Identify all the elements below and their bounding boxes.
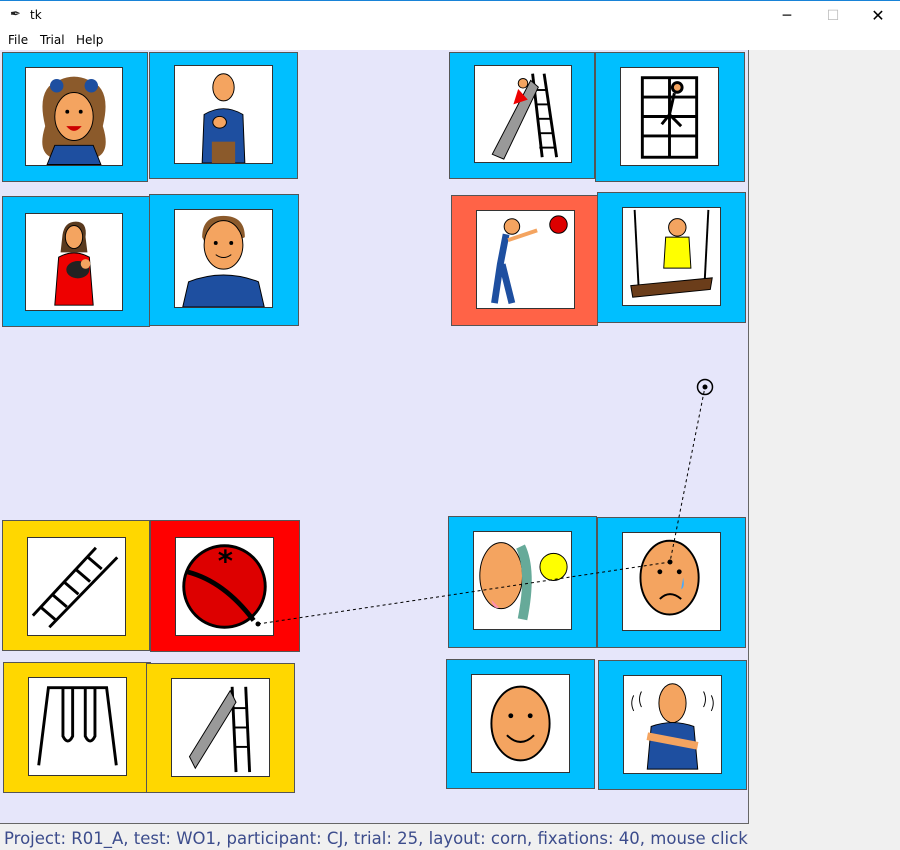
card-boy-throwing-ball[interactable] xyxy=(451,195,598,326)
menu-file[interactable]: File xyxy=(8,33,28,47)
card-hot-sun-face[interactable] xyxy=(448,516,597,648)
woman-holding-baby-icon xyxy=(25,213,123,311)
sad-face-icon xyxy=(622,532,721,631)
card-boy-on-swing[interactable] xyxy=(597,192,746,323)
stimulus-canvas[interactable]: * xyxy=(0,50,749,824)
happy-face-icon xyxy=(471,674,570,773)
man-signing-icon xyxy=(174,65,273,164)
card-child-climbing[interactable] xyxy=(595,52,745,182)
boy-throwing-ball-icon xyxy=(476,210,575,309)
svg-text:*: * xyxy=(218,544,233,578)
swing-set-icon xyxy=(28,677,127,776)
slide-icon xyxy=(171,678,270,777)
card-man-portrait[interactable] xyxy=(149,194,299,326)
card-sad-face[interactable] xyxy=(597,517,746,648)
title-bar[interactable]: ✒ tk ─ ☐ ✕ xyxy=(0,0,900,30)
card-happy-face[interactable] xyxy=(446,659,595,789)
boy-on-swing-icon xyxy=(622,207,721,306)
card-man-signing[interactable] xyxy=(149,52,298,179)
cold-shivering-man-icon xyxy=(623,675,722,774)
gaze-target-icon xyxy=(696,378,714,396)
menu-help[interactable]: Help xyxy=(76,33,103,47)
card-ladder[interactable] xyxy=(2,520,150,651)
hot-sun-face-icon xyxy=(473,531,572,630)
girl-curly-hair-icon xyxy=(25,67,123,166)
menu-trial[interactable]: Trial xyxy=(40,33,65,47)
card-woman-holding-baby[interactable] xyxy=(2,196,150,327)
close-button[interactable]: ✕ xyxy=(855,1,900,31)
red-ball-icon: * xyxy=(175,537,274,636)
card-cold-shivering-man[interactable] xyxy=(598,660,747,790)
maximize-button[interactable]: ☐ xyxy=(810,1,856,31)
card-red-ball[interactable]: * xyxy=(150,520,300,652)
card-child-on-slide[interactable] xyxy=(449,52,595,179)
ladder-icon xyxy=(27,537,126,636)
card-girl-curly-hair[interactable] xyxy=(2,52,148,182)
status-bar: Project: R01_A, test: WO1, participant: … xyxy=(4,829,748,848)
menu-bar: File Trial Help xyxy=(0,30,900,50)
feather-icon: ✒ xyxy=(10,7,21,22)
card-slide[interactable] xyxy=(146,663,295,793)
card-swing-set[interactable] xyxy=(3,662,151,793)
window-title: tk xyxy=(30,8,42,22)
child-on-slide-icon xyxy=(474,65,572,163)
child-climbing-icon xyxy=(620,67,719,166)
minimize-button[interactable]: ─ xyxy=(764,1,810,31)
man-portrait-icon xyxy=(174,209,273,308)
